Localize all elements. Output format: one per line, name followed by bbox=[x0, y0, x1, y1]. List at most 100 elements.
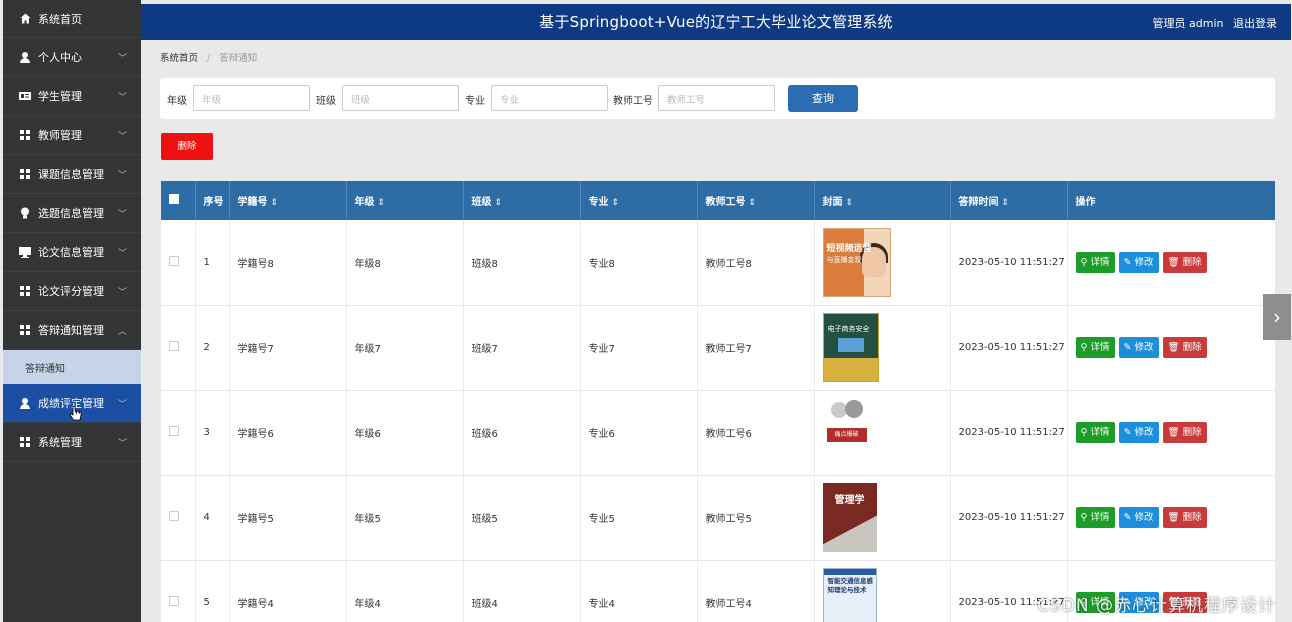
row-checkbox[interactable] bbox=[169, 596, 179, 606]
header-teacher-no[interactable]: 教师工号 ⇕ bbox=[697, 181, 815, 220]
row-checkbox-cell[interactable] bbox=[161, 220, 196, 305]
delete-button[interactable]: 🗑 删除 bbox=[1162, 337, 1207, 358]
header-grade[interactable]: 年级 ⇕ bbox=[346, 181, 464, 220]
cover-image[interactable]: 电子商务安全 bbox=[822, 313, 879, 382]
sort-icon[interactable]: ⇕ bbox=[846, 198, 854, 208]
header-major[interactable]: 专业 ⇕ bbox=[580, 181, 698, 220]
header-student-no-label: 学籍号 bbox=[237, 197, 268, 208]
detail-button[interactable]: ⚲ 详情 bbox=[1075, 337, 1115, 358]
row-checkbox-cell[interactable] bbox=[161, 305, 196, 390]
header-grade-label: 年级 bbox=[354, 197, 375, 208]
cell-ops: ⚲ 详情 ✎ 修改 🗑 删除 bbox=[1067, 220, 1275, 305]
header-teacher-no-label: 教师工号 bbox=[705, 197, 746, 208]
edit-label: 修改 bbox=[1134, 256, 1154, 268]
cell-index: 2 bbox=[195, 305, 230, 390]
sort-icon[interactable]: ⇕ bbox=[749, 198, 757, 208]
chevron-down-icon: ﹀ bbox=[117, 132, 127, 142]
breadcrumb-home[interactable]: 系统首页 bbox=[160, 53, 198, 64]
major-input[interactable]: 专业 bbox=[491, 85, 608, 111]
row-checkbox[interactable] bbox=[169, 426, 179, 436]
breadcrumb-current: 答辩通知 bbox=[219, 53, 258, 64]
cover-image[interactable]: 痛点爆破 bbox=[822, 398, 871, 467]
user-icon bbox=[19, 51, 31, 63]
row-checkbox[interactable] bbox=[169, 511, 179, 521]
sidebar-item-personal[interactable]: 个人中心 ﹀ bbox=[3, 38, 141, 77]
search-icon: ⚲ bbox=[1080, 512, 1091, 523]
header-class-label: 班级 bbox=[471, 197, 492, 208]
header-major-label: 专业 bbox=[588, 197, 609, 208]
chevron-right-icon[interactable]: › bbox=[1263, 294, 1291, 340]
detail-button[interactable]: ⚲ 详情 bbox=[1075, 251, 1115, 273]
sidebar-item-label: 答辩通知管理 bbox=[38, 324, 104, 337]
major-label: 专业 bbox=[465, 96, 485, 107]
delete-button[interactable]: 🗑 删除 bbox=[1162, 507, 1207, 528]
chevron-down-icon: ﹀ bbox=[117, 210, 127, 220]
trash-icon: 🗑 bbox=[1167, 427, 1183, 438]
sort-icon[interactable]: ⇕ bbox=[612, 198, 620, 208]
sort-icon[interactable]: ⇕ bbox=[495, 198, 503, 208]
row-checkbox-cell[interactable] bbox=[161, 560, 196, 622]
sidebar-item-label: 系统首页 bbox=[38, 12, 82, 26]
grade-input[interactable]: 年级 bbox=[193, 85, 310, 111]
batch-delete-button[interactable]: 删除 bbox=[161, 133, 213, 160]
cover-image[interactable]: 短视频运营 与直播变现 bbox=[822, 227, 891, 297]
table-row: 4 学籍号5 年级5 班级5 专业5 教师工号5 管理学 2023-05-10 … bbox=[161, 475, 1275, 560]
cover-title: 短视频运营 bbox=[826, 243, 872, 254]
header-class[interactable]: 班级 ⇕ bbox=[463, 181, 581, 220]
sort-icon[interactable]: ⇕ bbox=[271, 198, 279, 208]
edit-button[interactable]: ✎ 修改 bbox=[1118, 507, 1159, 528]
teacher-no-label: 教师工号 bbox=[613, 96, 653, 107]
cell-index: 3 bbox=[195, 390, 230, 475]
sidebar-item-topics[interactable]: 课题信息管理 ﹀ bbox=[3, 155, 141, 194]
detail-button[interactable]: ⚲ 详情 bbox=[1075, 422, 1115, 443]
sidebar-item-label: 个人中心 bbox=[38, 51, 82, 64]
sidebar-item-home[interactable]: 系统首页 bbox=[3, 0, 141, 38]
sort-icon[interactable]: ⇕ bbox=[378, 198, 386, 208]
sidebar-item-system[interactable]: 系统管理 ﹀ bbox=[3, 423, 141, 462]
cover-image[interactable]: 智能交通信息感知理论与技术 bbox=[822, 568, 877, 622]
edit-button[interactable]: ✎ 修改 bbox=[1118, 422, 1159, 443]
header-cover[interactable]: 封面 ⇕ bbox=[814, 181, 951, 220]
query-button[interactable]: 查询 bbox=[788, 85, 858, 112]
cover-title: 电子商务安全 bbox=[827, 325, 870, 333]
detail-button[interactable]: ⚲ 详情 bbox=[1075, 507, 1115, 528]
edit-button[interactable]: ✎ 修改 bbox=[1118, 337, 1159, 358]
header-cover-label: 封面 bbox=[822, 197, 843, 208]
sidebar-subitem-label: 答辩通知 bbox=[25, 363, 65, 375]
user-icon bbox=[19, 397, 31, 409]
search-panel: 年级 年级 班级 班级 专业 专业 教师工号 教师工号 查询 bbox=[160, 78, 1275, 119]
sidebar-item-label: 论文评分管理 bbox=[38, 285, 104, 298]
delete-button[interactable]: 🗑 删除 bbox=[1162, 422, 1207, 443]
sort-icon[interactable]: ⇕ bbox=[1002, 198, 1010, 208]
select-all-checkbox[interactable] bbox=[169, 194, 179, 204]
sidebar-subitem-defense-notice[interactable]: 答辩通知 bbox=[3, 350, 141, 384]
row-checkbox[interactable] bbox=[169, 341, 179, 351]
grid-icon bbox=[19, 436, 31, 448]
edit-button[interactable]: ✎ 修改 bbox=[1118, 251, 1159, 273]
sidebar-item-thesis[interactable]: 论文信息管理 ﹀ bbox=[3, 233, 141, 272]
sidebar-item-scoring[interactable]: 论文评分管理 ﹀ bbox=[3, 272, 141, 311]
sidebar-item-teachers[interactable]: 教师管理 ﹀ bbox=[3, 116, 141, 155]
row-checkbox[interactable] bbox=[169, 255, 179, 266]
class-input[interactable]: 班级 bbox=[342, 85, 459, 111]
cover-subtitle: 与直播变现 bbox=[826, 255, 862, 264]
header-select-all[interactable] bbox=[161, 181, 196, 220]
delete-label: 删除 bbox=[1182, 512, 1202, 523]
row-checkbox-cell[interactable] bbox=[161, 475, 196, 560]
cover-image[interactable]: 管理学 bbox=[822, 483, 877, 552]
sidebar-item-selection[interactable]: 选题信息管理 ﹀ bbox=[3, 194, 141, 233]
row-checkbox-cell[interactable] bbox=[161, 390, 196, 475]
grid-icon bbox=[19, 324, 31, 336]
sidebar-item-students[interactable]: 学生管理 ﹀ bbox=[3, 77, 141, 116]
logout-link[interactable]: 退出登录 bbox=[1233, 17, 1277, 30]
teacher-no-input[interactable]: 教师工号 bbox=[658, 85, 775, 111]
delete-button[interactable]: 🗑 删除 bbox=[1162, 251, 1207, 273]
header-defense-time-label: 答辩时间 bbox=[958, 197, 999, 208]
breadcrumb-separator: / bbox=[207, 53, 211, 64]
sidebar-item-defense[interactable]: 答辩通知管理 ︿ bbox=[3, 311, 141, 350]
chevron-down-icon: ﹀ bbox=[117, 249, 127, 259]
header-defense-time[interactable]: 答辩时间 ⇕ bbox=[950, 181, 1068, 220]
chevron-up-icon: ︿ bbox=[117, 327, 127, 337]
delete-label: 删除 bbox=[1182, 427, 1202, 438]
header-student-no[interactable]: 学籍号 ⇕ bbox=[229, 181, 347, 220]
